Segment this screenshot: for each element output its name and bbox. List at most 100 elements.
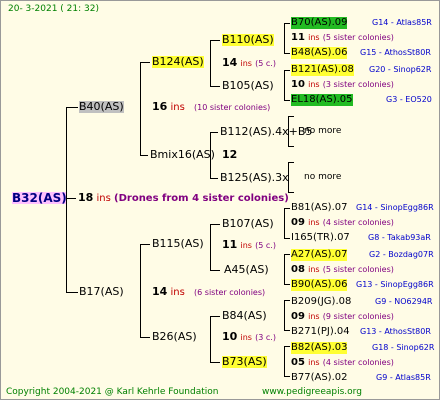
gen2-a-sis: (5 c.) [255, 59, 276, 68]
gen4-origin: G18 - Sinop62R [372, 343, 435, 352]
connector [284, 376, 290, 377]
gen1-upper-ins: ins [170, 102, 185, 113]
connector [210, 132, 211, 178]
gen4-origin: G20 - Sinop62R [369, 65, 432, 74]
gen4-origin: G14 - Atlas85R [372, 18, 432, 27]
gen4-node[interactable]: B121(AS).08 [291, 64, 354, 76]
gen1-upper-node[interactable]: B40(AS) [79, 101, 124, 113]
gen3-c1-node[interactable]: B107(AS) [222, 218, 274, 230]
gen1-lower-count: 14 [152, 285, 168, 298]
gen4-node[interactable]: B271(PJ).04 [291, 326, 350, 338]
gen4-node[interactable]: B81(AS).07 [291, 202, 347, 214]
gen3-d1-node[interactable]: B84(AS) [222, 310, 267, 322]
gen4-count: 09 [291, 217, 305, 228]
gen4-ins: ins [308, 80, 320, 89]
gen4-origin: G3 - EO520 [386, 95, 432, 104]
gen4-node[interactable]: B70(AS).09 [291, 17, 348, 29]
gen1-upper-count-row: 16 ins (10 sister colonies) [152, 101, 270, 114]
gen4-node[interactable]: B82(AS).03 [291, 342, 348, 354]
gen2-b-count: 12 [222, 148, 238, 161]
gen3-c2-node[interactable]: A45(AS) [224, 264, 269, 276]
gen4-sis: (9 sister colonies) [322, 312, 394, 321]
header-date: 20- 3-2021 ( 21: 32) [8, 4, 99, 14]
connector [210, 40, 220, 41]
connector [284, 346, 285, 376]
connector [140, 155, 148, 156]
connector [288, 116, 294, 117]
connector [284, 330, 290, 331]
gen4-ins: ins [308, 265, 320, 274]
gen3-a1-node[interactable]: B110(AS) [222, 34, 274, 46]
connector [284, 300, 285, 330]
connector [288, 162, 294, 163]
connector [210, 316, 211, 362]
gen4-no-more: no more [304, 172, 342, 182]
gen4-count-row: 10 ins (3 sister colonies) [291, 79, 394, 91]
connector [140, 62, 150, 63]
gen2-a-count: 14 [222, 56, 238, 69]
connector [66, 292, 78, 293]
gen4-count-row: 09 ins (9 sister colonies) [291, 311, 394, 323]
connector [284, 70, 285, 100]
footer-copyright: Copyright 2004-2021 @ Karl Kehrle Founda… [6, 387, 219, 397]
gen2-b-node[interactable]: Bmix16(AS) [150, 149, 215, 161]
gen4-count-row: 05 ins (4 sister colonies) [291, 357, 394, 369]
connector [288, 162, 289, 192]
connector [284, 23, 285, 53]
gen4-origin: G13 - AthosSt80R [360, 327, 431, 336]
gen2-d-sis: (3 c.) [255, 333, 276, 342]
gen2-c-count: 11 [222, 238, 238, 251]
gen4-count: 11 [291, 32, 305, 43]
connector [284, 238, 290, 239]
gen2-d-node[interactable]: B26(AS) [152, 331, 197, 343]
connector [284, 346, 290, 347]
connector [284, 208, 285, 238]
gen1-upper-count: 16 [152, 100, 168, 113]
gen4-node[interactable]: I165(TR).07 [291, 232, 350, 244]
connector [210, 224, 220, 225]
gen4-node[interactable]: A27(AS).07 [291, 249, 348, 261]
root-count: 18 [78, 191, 94, 204]
gen4-count: 05 [291, 357, 305, 368]
gen4-no-more: no more [304, 126, 342, 136]
gen4-origin: G13 - SinopEgg86R [356, 280, 434, 289]
gen1-lower-ins: ins [170, 287, 185, 298]
gen4-sis: (3 sister colonies) [322, 80, 394, 89]
gen3-b2-node[interactable]: B125(AS).3x [220, 172, 289, 184]
gen2-d-count: 10 [222, 330, 238, 343]
gen2-a-node[interactable]: B124(AS) [152, 56, 204, 68]
connector [210, 178, 218, 179]
gen4-node[interactable]: EL18(AS).05 [291, 94, 353, 106]
gen4-sis: (5 sister colonies) [322, 33, 394, 42]
connector [66, 198, 76, 199]
root-node[interactable]: B32(AS) [12, 192, 67, 204]
gen4-ins: ins [308, 33, 320, 42]
connector [210, 316, 220, 317]
gen2-c-node[interactable]: B115(AS) [152, 238, 204, 250]
gen4-count-row: 11 ins (5 sister colonies) [291, 32, 394, 44]
connector [288, 116, 289, 146]
footer-url[interactable]: www.pedigreeapis.org [262, 386, 362, 398]
gen2-c-ins: ins [240, 241, 252, 250]
gen2-a-ins: ins [240, 59, 252, 68]
connector [210, 224, 211, 270]
gen4-node[interactable]: B48(AS).06 [291, 47, 348, 59]
gen3-a2-node[interactable]: B105(AS) [222, 80, 274, 92]
gen4-node[interactable]: B90(AS).06 [291, 279, 348, 291]
gen4-node[interactable]: B209(JG).08 [291, 296, 351, 308]
gen4-ins: ins [308, 312, 320, 321]
gen4-origin: G14 - SinopEgg86R [356, 203, 434, 212]
gen1-lower-node[interactable]: B17(AS) [79, 286, 124, 298]
gen3-b1-node[interactable]: B112(AS).4x+B5 [220, 126, 312, 138]
connector [210, 362, 220, 363]
connector [284, 254, 290, 255]
connector [210, 86, 220, 87]
gen3-d2-node[interactable]: B73(AS) [222, 356, 267, 368]
gen4-count: 09 [291, 311, 305, 322]
gen4-origin: G2 - Bozdag07R [369, 250, 434, 259]
gen4-count-row: 08 ins (5 sister colonies) [291, 264, 394, 276]
connector [284, 254, 285, 284]
connector [284, 300, 290, 301]
connector [66, 107, 67, 292]
gen4-node[interactable]: B77(AS).02 [291, 372, 347, 384]
